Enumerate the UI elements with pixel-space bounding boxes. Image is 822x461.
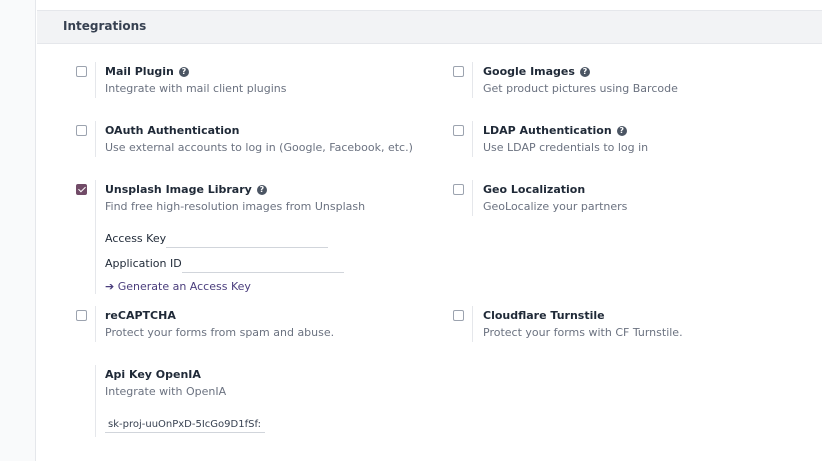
recaptcha-desc: Protect your forms from spam and abuse.	[105, 326, 335, 339]
cloudflare-turnstile-title: Cloudflare Turnstile	[483, 309, 605, 322]
divider	[95, 62, 96, 98]
section-header: Integrations	[37, 10, 822, 44]
geo-localization-checkbox[interactable]	[453, 184, 464, 195]
oauth-desc: Use external accounts to log in (Google,…	[105, 141, 413, 154]
google-images-title: Google Images?	[483, 65, 590, 78]
openia-desc: Integrate with OpenIA	[105, 385, 227, 398]
oauth-title: OAuth Authentication	[105, 124, 240, 137]
mail-plugin-checkbox[interactable]	[76, 66, 87, 77]
application-id-input[interactable]	[182, 259, 344, 273]
left-margin	[0, 0, 36, 461]
help-icon[interactable]: ?	[178, 67, 189, 77]
cloudflare-turnstile-checkbox[interactable]	[453, 310, 464, 321]
divider	[95, 306, 96, 342]
generate-access-key-link[interactable]: ➔ Generate an Access Key	[105, 280, 251, 293]
unsplash-checkbox[interactable]	[76, 184, 87, 195]
divider	[95, 180, 96, 294]
access-key-label: Access Key	[105, 232, 167, 245]
divider	[472, 62, 473, 98]
openia-api-key-input[interactable]	[105, 416, 265, 433]
ldap-checkbox[interactable]	[453, 125, 464, 136]
help-icon[interactable]: ?	[256, 185, 267, 195]
divider	[472, 180, 473, 216]
divider	[95, 121, 96, 157]
mail-plugin-desc: Integrate with mail client plugins	[105, 82, 287, 95]
unsplash-title: Unsplash Image Library?	[105, 183, 267, 196]
application-id-label: Application ID	[105, 257, 182, 270]
google-images-desc: Get product pictures using Barcode	[483, 82, 678, 95]
geo-localization-title: Geo Localization	[483, 183, 586, 196]
help-icon[interactable]: ?	[616, 126, 627, 136]
ldap-title: LDAP Authentication?	[483, 124, 627, 137]
ldap-desc: Use LDAP credentials to log in	[483, 141, 649, 154]
oauth-checkbox[interactable]	[76, 125, 87, 136]
mail-plugin-title: Mail Plugin?	[105, 65, 189, 78]
section-title: Integrations	[63, 19, 147, 33]
cloudflare-turnstile-desc: Protect your forms with CF Turnstile.	[483, 326, 683, 339]
divider	[472, 121, 473, 157]
divider	[472, 306, 473, 342]
recaptcha-title: reCAPTCHA	[105, 309, 176, 322]
unsplash-desc: Find free high-resolution images from Un…	[105, 200, 366, 213]
geo-localization-desc: GeoLocalize your partners	[483, 200, 628, 213]
divider	[95, 365, 96, 437]
google-images-checkbox[interactable]	[453, 66, 464, 77]
access-key-input[interactable]	[166, 234, 328, 248]
help-icon[interactable]: ?	[579, 67, 590, 77]
recaptcha-checkbox[interactable]	[76, 310, 87, 321]
openia-title: Api Key OpenIA	[105, 368, 201, 381]
